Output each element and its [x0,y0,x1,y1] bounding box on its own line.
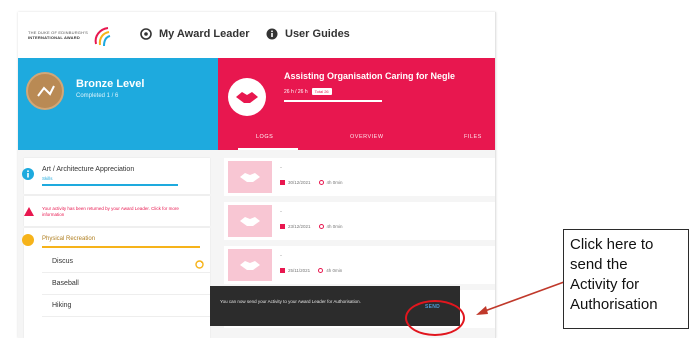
warning-icon [24,207,34,216]
calendar-icon [280,268,285,273]
log-entry[interactable]: - 30/12/2021 4h 0min [224,158,495,196]
log-duration: 4h 0min [326,180,343,185]
log-thumbnail-icon [228,205,272,237]
top-bar: THE DUKE OF EDINBURGH'S INTERNATIONAL AW… [18,12,495,58]
level-panel[interactable]: Bronze Level Completed 1 / 6 [18,58,218,150]
bronze-medal-icon [26,72,64,110]
log-title: - [280,209,282,215]
physical-recreation-card: Physical Recreation Discus Baseball Hiki… [22,228,210,338]
divider [42,294,210,295]
returned-activity-notice[interactable]: Your activity has been returned by your … [24,196,210,226]
clock-icon [318,180,324,185]
activity-progress-bar [284,100,382,102]
calendar-icon [280,180,285,185]
handshake-icon [228,78,266,116]
log-duration: 4h 0min [326,268,343,273]
log-thumbnail-icon [228,249,272,281]
nav-user-guides-label: User Guides [285,28,350,40]
physical-recreation-progress [42,246,200,248]
clock-icon [318,224,324,229]
physical-recreation-icon [22,234,34,246]
level-title: Bronze Level [76,78,145,90]
award-leader-icon [140,28,152,40]
annotation-arrow [476,281,565,315]
clock-icon [318,268,324,273]
nav-my-award-leader[interactable]: My Award Leader [140,28,249,40]
tab-files[interactable]: FILES [464,134,482,140]
logo-mark-icon [94,27,111,47]
award-logo[interactable]: THE DUKE OF EDINBURGH'S INTERNATIONAL AW… [26,24,118,48]
log-entry[interactable]: - 23/12/2021 4h 0min [224,202,495,240]
activity-art-category: Skills [42,176,53,181]
log-thumbnail-icon [228,161,272,193]
activity-tag: Total 26 [311,88,332,95]
log-title: - [280,165,282,171]
divider [42,316,210,317]
activity-art-progress [42,184,178,186]
activity-title: Assisting Organisation Caring for Negle [284,71,456,81]
screenshot: THE DUKE OF EDINBURGH'S INTERNATIONAL AW… [0,0,696,338]
activity-baseball[interactable]: Baseball [52,280,79,287]
activity-card-art[interactable]: Art / Architecture Appreciation Skills [22,158,210,194]
info-icon [266,28,278,40]
activity-art-title: Art / Architecture Appreciation [42,166,135,173]
activity-hiking[interactable]: Hiking [52,302,71,309]
toast-message: You can now send your Activity to your A… [220,299,361,304]
divider [42,272,210,273]
activities-sidebar: Art / Architecture Appreciation Skills Y… [18,150,218,338]
calendar-icon [280,224,285,229]
log-meta: 23/12/2021 4h 0min [280,224,343,229]
activity-tabs: LOGS OVERVIEW FILES [218,124,495,150]
logo-text: THE DUKE OF EDINBURGH'S INTERNATIONAL AW… [28,30,92,40]
log-meta: 30/12/2021 4h 0min [280,180,343,185]
logo-line-2: INTERNATIONAL AWARD [28,35,80,40]
physical-recreation-title: Physical Recreation [42,236,96,242]
log-date: 23/12/2021 [288,224,311,229]
highlight-circle [405,300,465,336]
returned-activity-message: Your activity has been returned by your … [42,206,179,217]
activity-meta: 26 h / 26 h Total 26 [284,88,332,95]
log-duration: 4h 0min [326,224,343,229]
log-date: 30/12/2021 [288,180,311,185]
activity-discus[interactable]: Discus [52,258,73,265]
activity-hours: 26 h / 26 h [284,88,308,95]
skills-info-icon [22,168,34,180]
nav-my-award-leader-label: My Award Leader [159,28,250,40]
refresh-icon[interactable] [195,260,204,269]
annotation-callout: Click here to send the Activity for Auth… [563,229,689,329]
nav-user-guides[interactable]: User Guides [266,28,350,40]
level-progress: Completed 1 / 6 [76,93,119,99]
log-date: 25/11/2021 [288,268,311,273]
log-meta: 25/11/2021 4h 0min [280,268,342,273]
activity-header: Assisting Organisation Caring for Negle … [218,58,495,150]
callout-text: Click here to send the Activity for Auth… [570,236,658,313]
tab-overview[interactable]: OVERVIEW [350,134,384,140]
tab-logs[interactable]: LOGS [256,134,273,140]
log-title: - [280,253,282,259]
log-entry[interactable]: - 25/11/2021 4h 0min [224,246,495,284]
